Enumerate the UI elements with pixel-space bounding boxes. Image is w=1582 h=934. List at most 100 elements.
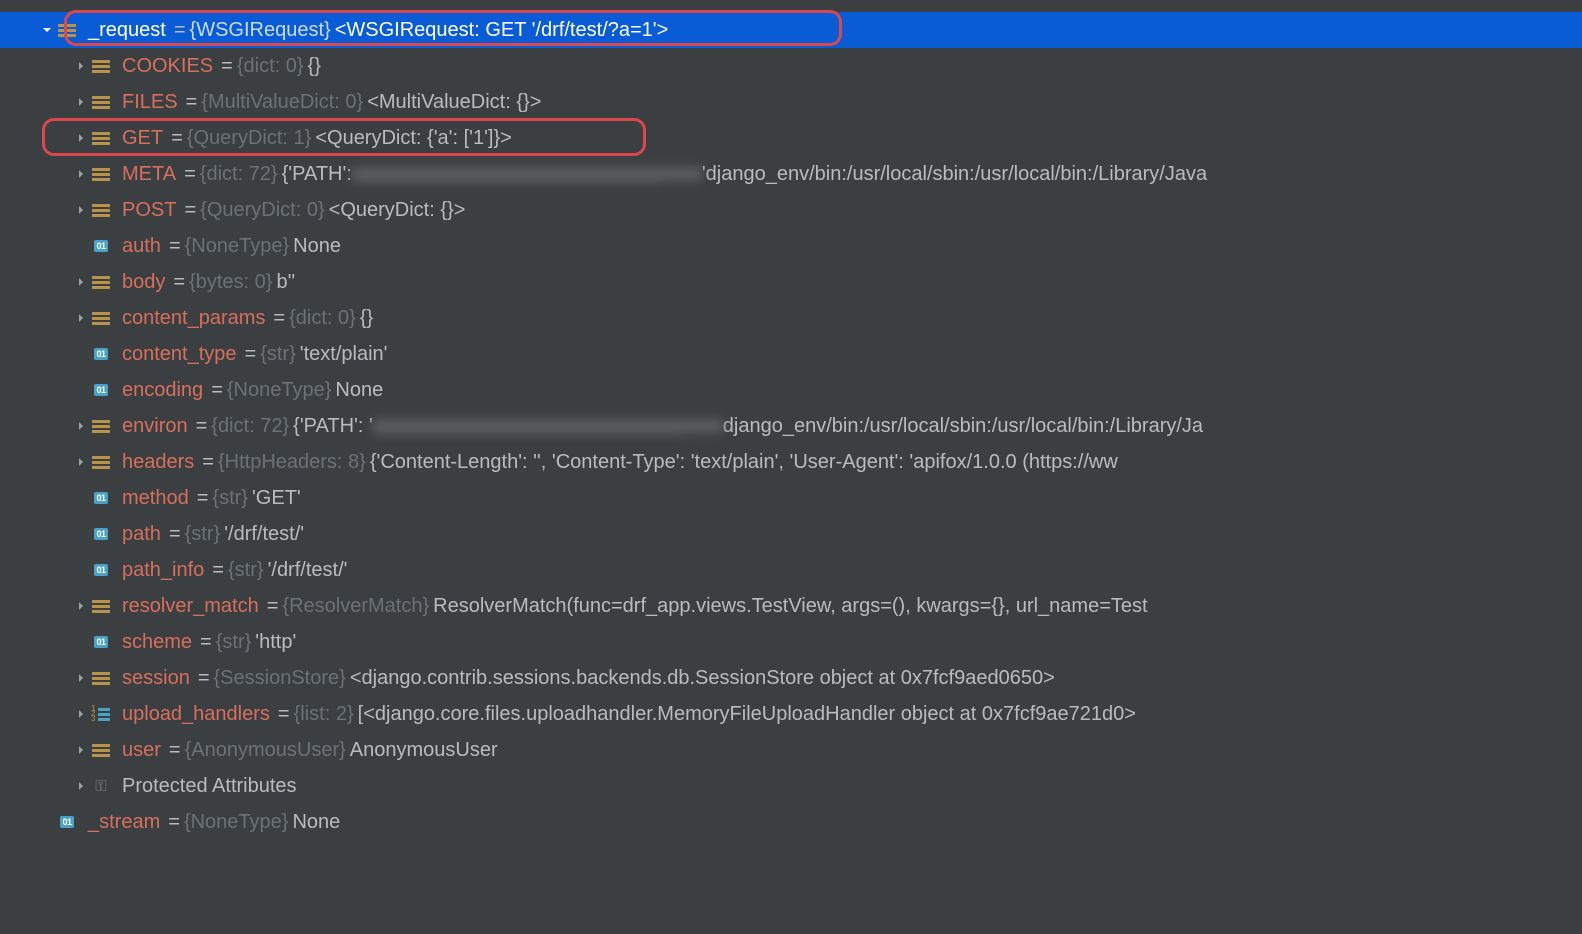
var-name: GET (122, 127, 163, 150)
expand-arrow-right-icon[interactable] (72, 277, 90, 287)
var-value: 'text/plain' (300, 343, 388, 366)
var-value: b'' (276, 271, 295, 294)
var-type: {bytes: 0} (189, 271, 272, 294)
dict-icon (90, 129, 112, 147)
dict-icon (90, 165, 112, 183)
tree-row[interactable]: POST={QueryDict: 0} <QueryDict: {}> (0, 192, 1582, 228)
tree-row[interactable]: ⚿Protected Attributes (0, 768, 1582, 804)
var-name: upload_handlers (122, 703, 270, 726)
dict-icon (90, 597, 112, 615)
tree-row[interactable]: META={dict: 72} {'PATH': xxxxxxxxxxxxxxx… (0, 156, 1582, 192)
var-type: {str} (185, 523, 221, 546)
var-value: [<django.core.files.uploadhandler.Memory… (358, 703, 1136, 726)
expand-arrow-right-icon[interactable] (72, 601, 90, 611)
var-type: {NoneType} (185, 235, 290, 258)
tree-row[interactable]: COOKIES={dict: 0} {} (0, 48, 1582, 84)
var-value: AnonymousUser (350, 739, 498, 762)
variables-tree: _request = {WSGIRequest} <WSGIRequest: G… (0, 0, 1582, 840)
var-name: user (122, 739, 161, 762)
var-name: content_type (122, 343, 237, 366)
var-name: content_params (122, 307, 265, 330)
expand-arrow-right-icon[interactable] (72, 205, 90, 215)
var-name: environ (122, 415, 188, 438)
expand-arrow-down-icon[interactable] (38, 25, 56, 35)
tree-row[interactable]: 01 _stream = {NoneType} None (0, 804, 1582, 840)
primitive-icon: 01 (56, 813, 78, 831)
var-value: <django.contrib.sessions.backends.db.Ses… (350, 667, 1055, 690)
dict-icon (90, 273, 112, 291)
var-type: {dict: 0} (237, 55, 304, 78)
tree-row[interactable]: session={SessionStore} <django.contrib.s… (0, 660, 1582, 696)
expand-arrow-right-icon[interactable] (72, 421, 90, 431)
tree-row[interactable]: 01method={str} 'GET' (0, 480, 1582, 516)
expand-arrow-right-icon[interactable] (72, 457, 90, 467)
var-value: {} (360, 307, 373, 330)
var-name: FILES (122, 91, 178, 114)
primitive-icon: 01 (90, 489, 112, 507)
var-value: <MultiValueDict: {}> (367, 91, 541, 114)
tree-row[interactable]: FILES={MultiValueDict: 0} <MultiValueDic… (0, 84, 1582, 120)
tree-row[interactable]: 123upload_handlers={list: 2} [<django.co… (0, 696, 1582, 732)
var-type: {QueryDict: 1} (187, 127, 312, 150)
var-name: headers (122, 451, 194, 474)
dict-icon (90, 201, 112, 219)
expand-arrow-right-icon[interactable] (72, 97, 90, 107)
tree-row[interactable]: content_params={dict: 0} {} (0, 300, 1582, 336)
expand-arrow-right-icon[interactable] (72, 313, 90, 323)
var-name: _stream (88, 811, 160, 834)
var-name: META (122, 163, 176, 186)
tree-row[interactable]: 01path_info={str} '/drf/test/' (0, 552, 1582, 588)
expand-arrow-right-icon[interactable] (72, 709, 90, 719)
var-value: None (293, 235, 341, 258)
var-type: {NoneType} (184, 811, 289, 834)
var-type: {AnonymousUser} (185, 739, 346, 762)
var-name: scheme (122, 631, 192, 654)
tree-row[interactable]: 01content_type={str} 'text/plain' (0, 336, 1582, 372)
tree-row[interactable]: environ={dict: 72} {'PATH': 'xxxxxxxxxxx… (0, 408, 1582, 444)
dict-icon (56, 21, 78, 39)
dict-icon (90, 417, 112, 435)
tree-row[interactable]: body={bytes: 0} b'' (0, 264, 1582, 300)
tree-row[interactable]: headers={HttpHeaders: 8} {'Content-Lengt… (0, 444, 1582, 480)
expand-arrow-right-icon[interactable] (72, 781, 90, 791)
expand-arrow-right-icon[interactable] (72, 61, 90, 71)
var-value: <QueryDict: {}> (329, 199, 466, 222)
var-value: {'Content-Length': '', 'Content-Type': '… (370, 451, 1118, 474)
var-type: {MultiValueDict: 0} (201, 91, 363, 114)
redacted-text: xxxxxxxxxxxxxxxxxxxxxxxxxxxxxxx (352, 167, 702, 181)
var-value: <WSGIRequest: GET '/drf/test/?a=1'> (335, 19, 669, 42)
primitive-icon: 01 (90, 381, 112, 399)
expand-arrow-right-icon[interactable] (72, 673, 90, 683)
var-value: '/drf/test/' (224, 523, 304, 546)
tree-row[interactable]: GET={QueryDict: 1} <QueryDict: {'a': ['1… (0, 120, 1582, 156)
tree-row[interactable]: 01encoding={NoneType} None (0, 372, 1582, 408)
var-value: {'PATH': ' (293, 415, 373, 438)
tree-row[interactable]: 01path={str} '/drf/test/' (0, 516, 1582, 552)
tree-row-root[interactable]: _request = {WSGIRequest} <WSGIRequest: G… (0, 12, 1582, 48)
expand-arrow-right-icon[interactable] (72, 133, 90, 143)
tree-row[interactable]: 01auth={NoneType} None (0, 228, 1582, 264)
var-name: _request (88, 19, 166, 42)
tree-row[interactable]: resolver_match={ResolverMatch} ResolverM… (0, 588, 1582, 624)
tree-row[interactable]: user={AnonymousUser} AnonymousUser (0, 732, 1582, 768)
var-type: {ResolverMatch} (282, 595, 429, 618)
expand-arrow-right-icon[interactable] (72, 745, 90, 755)
expand-arrow-right-icon[interactable] (72, 169, 90, 179)
var-name: COOKIES (122, 55, 213, 78)
var-type: {QueryDict: 0} (200, 199, 325, 222)
var-value: 'GET' (252, 487, 301, 510)
tree-row[interactable]: 01scheme={str} 'http' (0, 624, 1582, 660)
var-type: {SessionStore} (214, 667, 346, 690)
var-value: None (335, 379, 383, 402)
var-type: {NoneType} (227, 379, 332, 402)
var-name: auth (122, 235, 161, 258)
primitive-icon: 01 (90, 345, 112, 363)
var-value: {'PATH': (282, 163, 352, 186)
var-type: {dict: 72} (211, 415, 289, 438)
var-type: {str} (212, 487, 248, 510)
var-value: None (292, 811, 340, 834)
var-type: {WSGIRequest} (190, 19, 331, 42)
var-type: {list: 2} (294, 703, 354, 726)
primitive-icon: 01 (90, 237, 112, 255)
var-type: {str} (228, 559, 264, 582)
